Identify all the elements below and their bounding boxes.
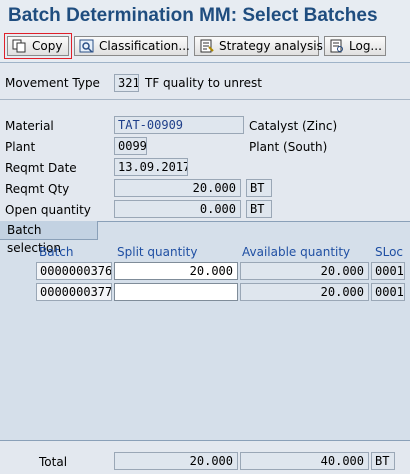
total-split-quantity: 20.000 bbox=[114, 452, 238, 470]
column-header-batch[interactable]: Batch bbox=[39, 245, 74, 259]
copy-icon bbox=[12, 39, 26, 53]
total-label: Total bbox=[39, 455, 68, 469]
batch-cell: 0000000376 bbox=[36, 262, 112, 280]
reqmt-qty-label: Reqmt Qty bbox=[5, 182, 70, 196]
strategy-analysis-label: Strategy analysis bbox=[219, 39, 323, 53]
classification-icon bbox=[79, 39, 94, 53]
log-label: Log... bbox=[349, 39, 382, 53]
material-description: Catalyst (Zinc) bbox=[249, 119, 338, 133]
column-header-sloc[interactable]: SLoc bbox=[375, 245, 403, 259]
plant-field: 0099 bbox=[114, 137, 147, 155]
plant-label: Plant bbox=[5, 140, 36, 154]
open-quantity-field: 0.000 bbox=[114, 200, 241, 218]
log-icon bbox=[330, 39, 343, 53]
copy-label: Copy bbox=[32, 39, 63, 53]
available-quantity-cell: 20.000 bbox=[240, 262, 369, 280]
column-header-available-quantity[interactable]: Available quantity bbox=[242, 245, 350, 259]
reqmt-qty-field: 20.000 bbox=[114, 179, 241, 197]
movement-type-text: TF quality to unrest bbox=[145, 76, 262, 90]
open-quantity-label: Open quantity bbox=[5, 203, 91, 217]
available-quantity-cell: 20.000 bbox=[240, 283, 369, 301]
batch-selection-tab[interactable]: Batch selection bbox=[0, 221, 98, 255]
application-toolbar: Copy Classification... Strategy analysis… bbox=[0, 32, 410, 63]
movement-type-field: 321 bbox=[114, 74, 139, 92]
copy-button[interactable]: Copy bbox=[4, 33, 72, 59]
reqmt-date-label: Reqmt Date bbox=[5, 161, 77, 175]
divider bbox=[0, 99, 410, 100]
log-button[interactable]: Log... bbox=[324, 36, 386, 56]
batch-cell: 0000000377 bbox=[36, 283, 112, 301]
strategy-analysis-icon bbox=[200, 39, 214, 53]
movement-type-label: Movement Type bbox=[5, 76, 100, 90]
material-field: TAT-00909 bbox=[114, 116, 244, 134]
split-quantity-input[interactable]: 20.000 bbox=[114, 262, 238, 280]
plant-description: Plant (South) bbox=[249, 140, 328, 154]
open-quantity-unit: BT bbox=[246, 200, 272, 218]
sloc-cell: 0001 bbox=[371, 283, 405, 301]
split-quantity-input[interactable] bbox=[114, 283, 238, 301]
column-header-split-quantity[interactable]: Split quantity bbox=[117, 245, 197, 259]
classification-button[interactable]: Classification... bbox=[74, 36, 190, 56]
total-unit: BT bbox=[371, 452, 395, 470]
material-label: Material bbox=[5, 119, 54, 133]
strategy-analysis-button[interactable]: Strategy analysis bbox=[194, 36, 323, 56]
reqmt-qty-unit: BT bbox=[246, 179, 272, 197]
sloc-cell: 0001 bbox=[371, 262, 405, 280]
total-available-quantity: 40.000 bbox=[240, 452, 369, 470]
classification-label: Classification... bbox=[99, 39, 190, 53]
window-title: Batch Determination MM: Select Batches bbox=[0, 0, 410, 32]
reqmt-date-field: 13.09.2017 bbox=[114, 158, 188, 176]
